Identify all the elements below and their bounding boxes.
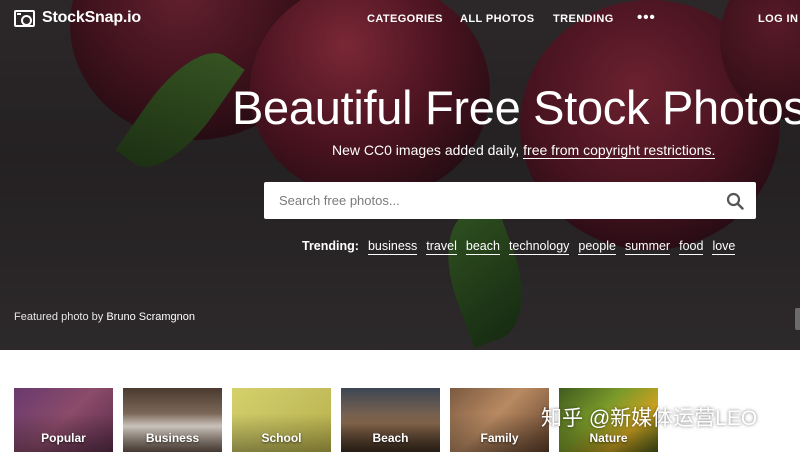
nav-categories[interactable]: CATEGORIES bbox=[367, 13, 443, 25]
category-card-beach[interactable]: Beach bbox=[341, 388, 440, 452]
site-logo[interactable]: StockSnap.io bbox=[14, 9, 141, 27]
photographer-link[interactable]: Bruno Scramgnon bbox=[106, 311, 195, 323]
trending-tag[interactable]: people bbox=[578, 239, 616, 255]
category-card-family[interactable]: Family bbox=[450, 388, 549, 452]
trending-tag[interactable]: technology bbox=[508, 239, 570, 255]
category-label: Business bbox=[145, 431, 200, 445]
category-label: School bbox=[261, 431, 302, 445]
category-label: Beach bbox=[372, 431, 409, 445]
search-box[interactable]: Search free photos... bbox=[264, 182, 756, 219]
scrollbar-handle[interactable] bbox=[795, 308, 800, 330]
more-menu-icon[interactable]: ••• bbox=[637, 9, 656, 26]
category-label: Nature bbox=[589, 431, 628, 445]
trending-tag[interactable]: food bbox=[679, 239, 704, 255]
search-icon[interactable] bbox=[726, 192, 744, 210]
photo-credit: Featured photo by Bruno Scramgnon bbox=[14, 311, 195, 323]
login-link[interactable]: LOG IN bbox=[758, 13, 798, 25]
photo-credit-prefix: Featured photo by bbox=[14, 311, 107, 323]
category-card-business[interactable]: Business bbox=[123, 388, 222, 452]
trending-tag[interactable]: summer bbox=[624, 239, 671, 255]
category-label: Popular bbox=[41, 431, 86, 445]
site-logo-text: StockSnap.io bbox=[42, 9, 141, 26]
hero-subtitle-text: New CC0 images added daily, bbox=[332, 142, 524, 158]
trending-tag[interactable]: love bbox=[712, 239, 736, 255]
camera-icon bbox=[14, 9, 35, 27]
hero-subtitle: New CC0 images added daily, free from co… bbox=[332, 142, 716, 159]
trending-tag[interactable]: beach bbox=[465, 239, 500, 255]
search-input[interactable]: Search free photos... bbox=[279, 193, 400, 208]
trending-label: Trending: bbox=[302, 239, 359, 253]
trending-tags: Trending: business travel beach technolo… bbox=[302, 239, 736, 255]
category-card-popular[interactable]: Popular bbox=[14, 388, 113, 452]
nav-all-photos[interactable]: ALL PHOTOS bbox=[460, 13, 535, 25]
trending-tag[interactable]: travel bbox=[426, 239, 457, 255]
hero-headline: Beautiful Free Stock Photos bbox=[232, 81, 800, 134]
trending-tag[interactable]: business bbox=[367, 239, 418, 255]
watermark: 知乎 @新媒体运营LEO bbox=[541, 407, 758, 430]
category-card-school[interactable]: School bbox=[232, 388, 331, 452]
hero-section: StockSnap.io CATEGORIES ALL PHOTOS TREND… bbox=[0, 0, 800, 350]
copyright-info-link[interactable]: free from copyright restrictions. bbox=[523, 142, 716, 159]
category-label: Family bbox=[480, 431, 519, 445]
top-nav-bar: StockSnap.io CATEGORIES ALL PHOTOS TREND… bbox=[0, 0, 800, 38]
nav-trending[interactable]: TRENDING bbox=[553, 13, 614, 25]
